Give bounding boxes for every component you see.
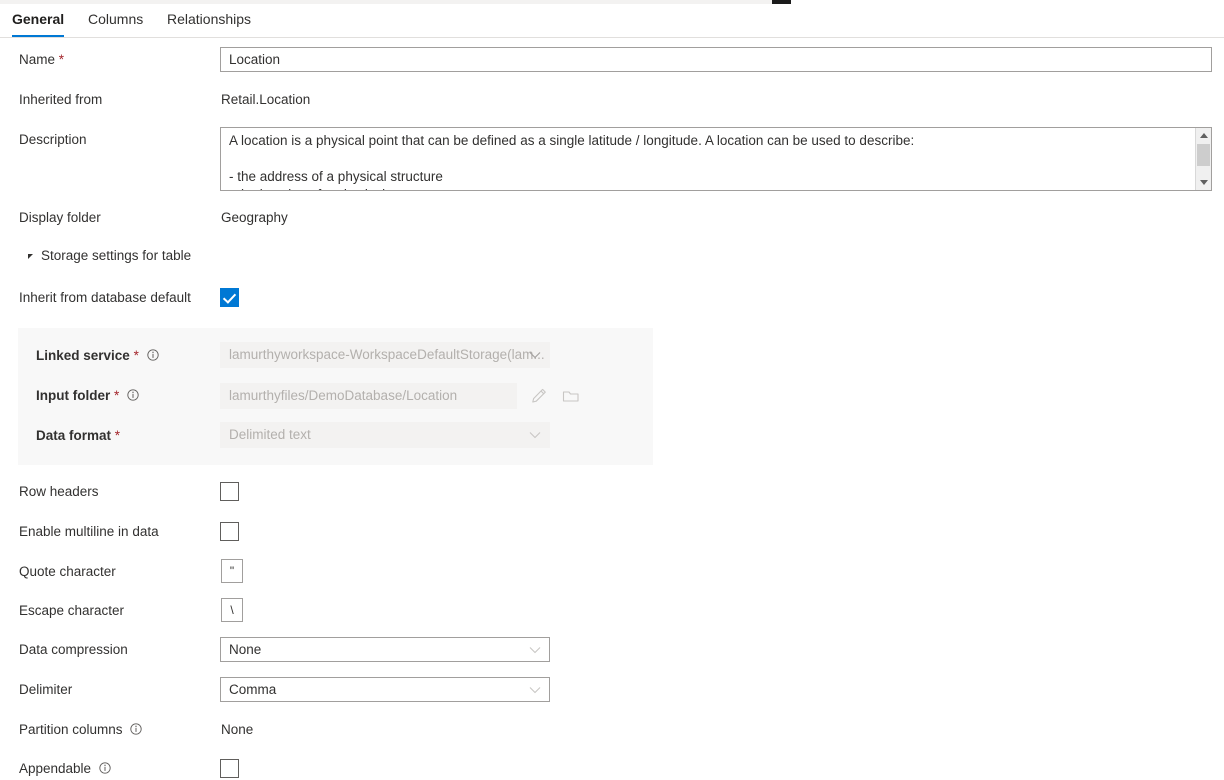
tab-columns[interactable]: Columns bbox=[88, 4, 143, 37]
partition-columns-value: None bbox=[221, 721, 253, 739]
scrollbar-thumb[interactable] bbox=[1197, 144, 1210, 166]
enable-multiline-label: Enable multiline in data bbox=[19, 523, 159, 541]
data-format-value: Delimited text bbox=[229, 427, 311, 442]
appendable-checkbox[interactable] bbox=[220, 759, 239, 778]
scroll-down-arrow-icon[interactable] bbox=[1196, 175, 1211, 190]
data-format-label: Data format * bbox=[36, 427, 120, 445]
tab-bar: General Columns Relationships bbox=[0, 4, 1224, 38]
data-compression-value: None bbox=[229, 642, 261, 657]
input-folder-label: Input folder * bbox=[36, 387, 139, 405]
input-folder-input[interactable]: lamurthyfiles/DemoDatabase/Location bbox=[220, 383, 517, 409]
storage-settings-label: Storage settings for table bbox=[41, 248, 191, 263]
expand-triangle-icon bbox=[28, 254, 33, 259]
delimiter-dropdown[interactable]: Comma bbox=[220, 677, 550, 702]
pencil-icon[interactable] bbox=[529, 386, 549, 406]
inherit-default-label: Inherit from database default bbox=[19, 289, 191, 307]
name-input[interactable] bbox=[220, 47, 1212, 72]
scroll-up-arrow-icon[interactable] bbox=[1196, 128, 1211, 143]
info-icon[interactable] bbox=[130, 723, 142, 735]
quote-character-label: Quote character bbox=[19, 563, 116, 581]
description-textarea[interactable]: A location is a physical point that can … bbox=[221, 128, 1189, 190]
data-format-dropdown[interactable]: Delimited text bbox=[220, 422, 550, 448]
display-folder-value: Geography bbox=[221, 209, 288, 227]
storage-settings-section-header[interactable]: Storage settings for table bbox=[28, 247, 191, 265]
chevron-down-icon bbox=[529, 423, 541, 447]
description-label: Description bbox=[19, 131, 87, 149]
escape-character-label: Escape character bbox=[19, 602, 124, 620]
inherited-from-value: Retail.Location bbox=[221, 91, 310, 109]
enable-multiline-checkbox[interactable] bbox=[220, 522, 239, 541]
delimiter-label: Delimiter bbox=[19, 681, 72, 699]
quote-character-input[interactable] bbox=[221, 559, 243, 583]
inherit-default-checkbox[interactable] bbox=[220, 288, 239, 307]
linked-service-dropdown[interactable]: lamurthyworkspace-WorkspaceDefaultStorag… bbox=[220, 342, 550, 368]
linked-service-value: lamurthyworkspace-WorkspaceDefaultStorag… bbox=[229, 347, 545, 362]
description-box[interactable]: A location is a physical point that can … bbox=[220, 127, 1212, 191]
folder-icon[interactable] bbox=[561, 386, 581, 406]
row-headers-label: Row headers bbox=[19, 483, 99, 501]
chevron-down-icon bbox=[529, 638, 541, 661]
info-icon[interactable] bbox=[147, 349, 159, 361]
row-headers-checkbox[interactable] bbox=[220, 482, 239, 501]
info-icon[interactable] bbox=[99, 762, 111, 774]
description-scrollbar[interactable] bbox=[1195, 128, 1211, 190]
info-icon[interactable] bbox=[127, 389, 139, 401]
tab-relationships[interactable]: Relationships bbox=[167, 4, 251, 37]
data-compression-dropdown[interactable]: None bbox=[220, 637, 550, 662]
chevron-down-icon bbox=[529, 678, 541, 701]
name-label: Name * bbox=[19, 51, 64, 69]
partition-columns-label: Partition columns bbox=[19, 721, 142, 739]
chevron-down-icon bbox=[529, 343, 541, 367]
delimiter-value: Comma bbox=[229, 682, 276, 697]
appendable-label: Appendable bbox=[19, 760, 111, 778]
linked-service-label: Linked service * bbox=[36, 347, 159, 365]
escape-character-input[interactable] bbox=[221, 598, 243, 622]
inherited-from-label: Inherited from bbox=[19, 91, 102, 109]
data-compression-label: Data compression bbox=[19, 641, 128, 659]
display-folder-label: Display folder bbox=[19, 209, 101, 227]
tab-general[interactable]: General bbox=[12, 4, 64, 37]
